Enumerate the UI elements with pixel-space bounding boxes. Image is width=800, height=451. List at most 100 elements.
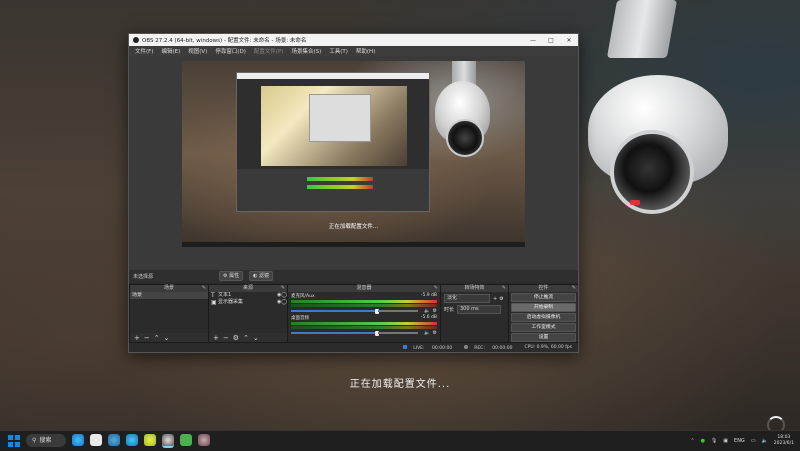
menu-tools[interactable]: 工具(T) [329,47,348,55]
system-tray: ⌃ ● 🎙 ▣ ENG ▭ 🔈 18:03 2023/6/1 [690,431,800,451]
source-item-label: 文本1 [218,292,232,298]
live-status: LIVE: 00:00:00 [403,344,458,351]
channel-db: -5.9 dB [420,293,437,298]
channel-settings-gear-icon[interactable]: ⚙ [433,330,437,336]
text-icon: T [211,292,215,299]
volume-meter [291,300,437,303]
transition-settings-gear-icon[interactable]: ⚙ [499,296,503,302]
start-virtual-camera-button[interactable]: 启动虚拟摄像机 [511,313,576,322]
app-icon[interactable] [144,434,156,446]
clock-date: 2023/6/1 [773,441,794,446]
properties-button[interactable]: ⚙ 属性 [219,271,244,281]
scene-item-label: 场景 [132,292,143,298]
add-source-icon[interactable]: + [213,334,219,342]
filters-button[interactable]: ◐ 滤镜 [249,271,274,281]
studio-mode-button[interactable]: 工作室模式 [511,323,576,332]
microphone-icon[interactable]: 🎙 [711,438,717,444]
menu-profile[interactable]: 配置文件(P) [254,47,284,55]
rec-status: REC: 00:00:00 [464,344,518,351]
preview-taskbar [182,242,525,247]
minimize-button[interactable]: — [524,37,542,44]
maximize-button[interactable]: □ [542,37,560,44]
remove-source-icon[interactable]: − [223,334,229,342]
transition-duration-row: 时长 300 ms [441,305,508,314]
mixer-channel: 麦克风/Aux -5.9 dB 🔈 ⚙ [288,292,440,314]
nested-meter [307,185,373,189]
context-bar: 未选择源 ⚙ 属性 ◐ 滤镜 [129,270,578,282]
move-up-icon[interactable]: ⌃ [154,334,160,342]
app-icon[interactable] [180,434,192,446]
source-item[interactable]: ▣ 显示器采集 ◉ ◯ [209,299,287,306]
duration-input[interactable]: 300 ms [457,305,501,314]
source-item[interactable]: T 文本1 ◉ ◯ [209,292,287,299]
menu-edit[interactable]: 编辑(E) [161,47,180,55]
dock-pin-icon[interactable]: ✎ [434,285,438,292]
rec-icon [464,344,469,349]
live-icon [403,344,408,349]
language-indicator[interactable]: ENG [734,438,745,444]
menu-scene-collection[interactable]: 场景集合(S) [291,47,321,55]
dock-pin-icon[interactable]: ✎ [502,285,506,292]
camera-led [630,200,640,205]
preview-camera-lens [446,119,484,157]
mixer-dock-title: 混音器 [356,285,372,291]
live-label: LIVE: [413,345,425,351]
volume-meter [291,304,437,307]
move-down-icon[interactable]: ⌄ [164,334,170,342]
network-icon[interactable]: ▣ [723,438,728,444]
monitor-icon: ▣ [211,299,217,306]
close-button[interactable]: ✕ [560,37,578,44]
preview-canvas[interactable]: 正在加载配置文件... [182,61,525,247]
edge-browser-icon[interactable] [72,434,84,446]
status-bar: LIVE: 00:00:00 REC: 00:00:00 CPU: 0.9%, … [129,343,578,352]
source-item-label: 显示器采集 [218,299,244,305]
menu-help[interactable]: 帮助(H) [356,47,375,55]
obs-taskbar-icon[interactable] [162,434,174,448]
menu-docks[interactable]: 停靠窗口(D) [215,47,246,55]
move-up-icon[interactable]: ⌃ [243,334,249,342]
title-bar[interactable]: OBS 27.2.4 (64-bit, windows) - 配置文件: 未命名… [129,34,578,46]
volume-slider-fill [291,310,376,312]
windows-start-icon[interactable] [8,435,20,447]
nested-preview-image [261,86,407,166]
remove-scene-icon[interactable]: − [144,334,150,342]
dock-pin-icon[interactable]: ✎ [202,285,206,292]
source-properties-gear-icon[interactable]: ⚙ [233,334,239,342]
speaker-icon[interactable]: 🔈 [424,330,430,336]
add-scene-icon[interactable]: + [134,334,140,342]
monitor-icon[interactable]: ▭ [751,438,756,444]
nested-meter [307,177,373,181]
transitions-dock: 转场特效 ✎ 淡化 + ⚙ 时长 300 ms [440,284,509,343]
store-icon[interactable] [90,434,102,446]
add-transition-icon[interactable]: + [493,296,497,302]
app-icon[interactable] [198,434,210,446]
start-recording-button[interactable]: 开始录制 [511,303,576,312]
transition-type-select[interactable]: 淡化 [444,294,490,303]
obs-window[interactable]: OBS 27.2.4 (64-bit, windows) - 配置文件: 未命名… [128,33,579,353]
scene-item[interactable]: 场景 [130,292,208,299]
settings-button[interactable]: 设置 [511,333,576,342]
stop-streaming-button[interactable]: 停止推流 [511,293,576,302]
channel-settings-gear-icon[interactable]: ⚙ [433,308,437,314]
clock[interactable]: 18:03 2023/6/1 [774,435,794,447]
preview-area: 正在加载配置文件... [129,56,578,270]
app-icon[interactable] [108,434,120,446]
volume-icon[interactable]: 🔈 [762,438,768,444]
chevron-up-icon[interactable]: ⌃ [690,438,694,444]
nested-inner-window [309,94,371,142]
dock-pin-icon[interactable]: ✎ [572,285,576,292]
green-app-icon[interactable]: ● [701,438,705,444]
channel-name: 麦克风/Aux [291,294,315,299]
move-down-icon[interactable]: ⌄ [253,334,259,342]
transitions-dock-title: 转场特效 [464,285,485,291]
app-icon[interactable] [126,434,138,446]
menu-file[interactable]: 文件(F) [135,47,153,55]
controls-dock: 控件✎ 停止推流 开始录制 启动虚拟摄像机 工作室模式 设置 退出 [508,284,578,352]
speaker-icon[interactable]: 🔈 [424,308,430,314]
dock-pin-icon[interactable]: ✎ [281,285,285,292]
taskbar-search[interactable]: ⚲ 搜索 [26,434,66,447]
menu-view[interactable]: 视图(V) [188,47,207,55]
cpu-status: CPU: 0.9%, 60.00 fps [524,345,573,350]
scenes-toolbar: + − ⌃ ⌄ [130,333,208,342]
no-source-selected-label: 未选择源 [133,273,154,280]
